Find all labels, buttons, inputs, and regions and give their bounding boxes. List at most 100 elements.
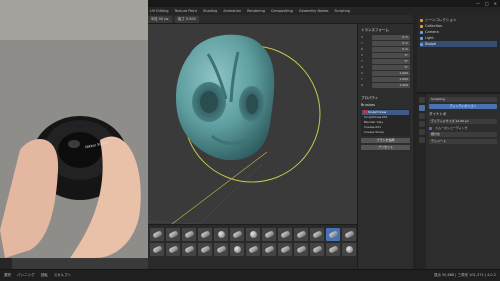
strength-field[interactable]: 強さ 0.500 (174, 15, 199, 23)
brush-fill[interactable] (326, 228, 340, 241)
decimate-row: デシメート (429, 139, 497, 144)
object-tab-icon[interactable] (418, 137, 425, 143)
brush-clay-strips[interactable] (198, 228, 212, 241)
refine-row: 細分化 (429, 132, 497, 137)
window-controls: — □ ✕ (476, 1, 497, 6)
scene-tab-icon[interactable] (418, 121, 425, 127)
scale-x-field[interactable]: 1.000 (372, 71, 410, 76)
checkbox-icon[interactable] (429, 126, 432, 130)
detail-size-field[interactable]: ディティルサイズ 12.00 px (429, 119, 497, 124)
status-rotate: 回転 (40, 273, 48, 277)
brush-multires[interactable] (342, 243, 356, 256)
brush-pose[interactable] (198, 243, 212, 256)
brush-crease[interactable] (278, 228, 292, 241)
scale-z-field[interactable]: 1.000 (372, 83, 410, 88)
brush-blob[interactable] (262, 228, 276, 241)
brush-thumb[interactable] (182, 243, 196, 256)
dyntopo-button[interactable]: ディンティポリゴン (429, 104, 497, 109)
webcam-image (0, 0, 148, 258)
output-tab-icon[interactable] (418, 113, 425, 119)
brush-smooth[interactable] (294, 228, 308, 241)
detail-row: ディティルサイズ 12.00 px (429, 119, 497, 124)
brush-clay-thumb[interactable] (214, 228, 228, 241)
status-version: 頂点 50,688 | 三角形 101,372 | 4.0.2 (433, 273, 496, 277)
brush-snake-hook[interactable] (166, 243, 180, 256)
scale-y-field[interactable]: 1.000 (372, 77, 410, 82)
brushes-header: Brushes (361, 102, 376, 107)
tab-shading[interactable]: Shading (201, 8, 219, 14)
brush-list: Sculpt Draw SculptDraw.001 Blender Clay … (361, 108, 410, 136)
color-swatch-icon (364, 109, 367, 113)
brush-draw-face-sets[interactable] (326, 243, 340, 256)
brush-boundary[interactable] (262, 243, 276, 256)
close-button[interactable]: ✕ (494, 1, 497, 6)
transform-header[interactable]: トランスフォーム (361, 28, 410, 33)
brush-nudge[interactable] (214, 243, 228, 256)
transform-row: X 1.000 (361, 71, 410, 76)
properties-editor: Sculpting ディンティポリゴン ダイナトポ ディティルサイズ 12.00… (417, 94, 500, 269)
properties-search-field[interactable]: Sculpting (429, 97, 497, 102)
tab-scripting[interactable]: Scripting (332, 8, 352, 14)
properties-body: Sculpting ディンティポリゴン ダイナトポ ディティルサイズ 12.00… (426, 94, 500, 269)
dyntopo-header[interactable]: ダイナトポ (429, 112, 497, 117)
brush-mask[interactable] (310, 243, 324, 256)
outliner: シーンコレクション Collection Camera Light Sculpt (417, 15, 500, 93)
minimize-button[interactable]: — (476, 1, 480, 6)
floor-line (171, 151, 268, 225)
brush-simplify[interactable] (294, 243, 308, 256)
refine-method-field[interactable]: 細分化 (429, 132, 497, 137)
transform-row: Y0 m (361, 41, 410, 46)
transform-row: X0 m (361, 35, 410, 40)
tool-tab-icon[interactable] (418, 97, 425, 103)
brush-clay[interactable] (182, 228, 196, 241)
camera-icon (420, 30, 423, 34)
world-tab-icon[interactable] (418, 129, 425, 135)
list-item[interactable]: Crease Sharp (362, 130, 409, 135)
properties-tabs (417, 94, 426, 269)
tab-uv-editing[interactable]: UV Editing (148, 8, 170, 14)
tab-geometry-nodes[interactable]: Geometry Nodes (297, 8, 331, 14)
properties-header[interactable]: プロパティ (361, 96, 410, 101)
brush-slide[interactable] (246, 243, 260, 256)
brush-inflate[interactable] (246, 228, 260, 241)
brush-draw[interactable] (150, 228, 164, 241)
status-pan: パンニング (17, 273, 35, 277)
location-z-field[interactable]: 0 m (372, 47, 410, 52)
brush-rotate[interactable] (230, 243, 244, 256)
radius-field[interactable]: 半径 50 px (147, 15, 172, 23)
brush-scrape[interactable] (342, 228, 356, 241)
brush-draw-sharp[interactable] (166, 228, 180, 241)
decimate-field[interactable]: デシメート (429, 139, 497, 144)
apply-brush-button[interactable]: ブラシを適用 (361, 137, 410, 143)
transform-row: X 0° (361, 53, 410, 58)
maximize-button[interactable]: □ (485, 1, 489, 6)
mesh-icon (420, 42, 423, 46)
rotation-z-field[interactable]: 0° (372, 65, 410, 70)
light-icon (420, 36, 423, 40)
transform-row: Y 0° (361, 59, 410, 64)
outliner-item[interactable]: Sculpt (420, 41, 497, 47)
webcam-overlay: Nikkor 50mm (0, 0, 148, 258)
location-x-field[interactable]: 0 m (372, 35, 410, 40)
location-y-field[interactable]: 0 m (372, 41, 410, 46)
tab-texture-paint[interactable]: Texture Paint (172, 8, 199, 14)
rotation-y-field[interactable]: 0° (372, 59, 410, 64)
option-row: スムーズシェーディング (429, 126, 497, 130)
tab-animation[interactable]: Animation (221, 8, 243, 14)
brush-layer[interactable] (230, 228, 244, 241)
tab-rendering[interactable]: Rendering (245, 8, 267, 14)
tab-compositing[interactable]: Compositing (269, 8, 295, 14)
transform-row: Z 1.000 (361, 83, 410, 88)
brush-elastic[interactable] (150, 243, 164, 256)
transform-row: Z 0° (361, 65, 410, 70)
preset-button[interactable]: プリセット (361, 144, 410, 150)
brush-flatten[interactable] (310, 228, 324, 241)
transform-row: Y 1.000 (361, 77, 410, 82)
sculpt-mesh (175, 34, 275, 161)
brush-cloth[interactable] (278, 243, 292, 256)
status-select: 選択 (4, 273, 11, 277)
render-tab-icon[interactable] (418, 105, 425, 111)
status-bar: 選択 パンニング 回転 スカルプト 頂点 50,688 | 三角形 101,37… (0, 269, 500, 281)
transform-row: Z0 m (361, 47, 410, 52)
rotation-x-field[interactable]: 0° (372, 53, 410, 58)
